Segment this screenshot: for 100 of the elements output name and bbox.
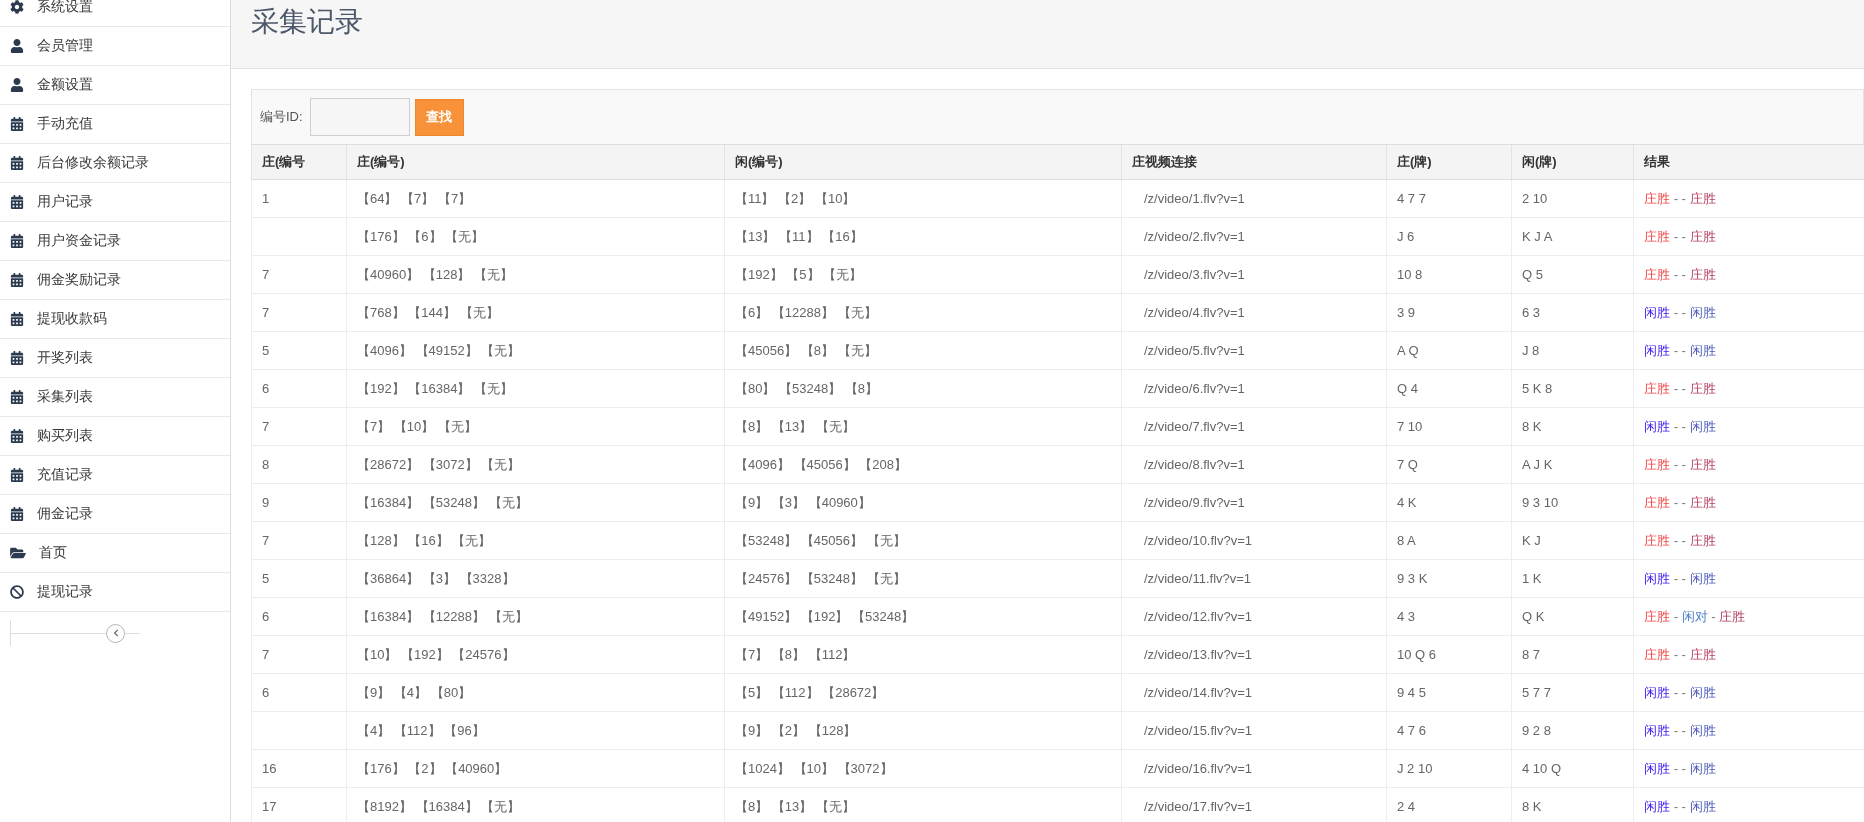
calendar-icon [10, 273, 24, 287]
table-cell: 8 K [1511, 788, 1633, 822]
table-cell: 4 3 [1386, 598, 1511, 635]
ban-icon [10, 585, 24, 599]
table-cell: 【4】 【112】 【96】 [346, 712, 724, 749]
table-cell: 【9】 【3】 【40960】 [724, 484, 1121, 521]
table-cell: /z/video/2.flv?v=1 [1121, 218, 1386, 255]
sidebar-item[interactable]: 开奖列表 [0, 339, 230, 378]
table-cell: 【64】 【7】 【7】 [346, 180, 724, 217]
table-cell: 【192】 【5】 【无】 [724, 256, 1121, 293]
result-cell: 闲胜 - - 闲胜 [1633, 332, 1864, 369]
table-cell: 4 7 7 [1386, 180, 1511, 217]
table-cell: /z/video/12.flv?v=1 [1121, 598, 1386, 635]
table-cell: J 6 [1386, 218, 1511, 255]
table-cell: 7 10 [1386, 408, 1511, 445]
table-cell: 7 [251, 294, 346, 331]
collapse-button[interactable] [106, 623, 125, 643]
sidebar-item[interactable]: 佣金奖励记录 [0, 261, 230, 300]
table-cell: /z/video/10.flv?v=1 [1121, 522, 1386, 559]
column-header: 庄视频连接 [1121, 145, 1386, 179]
sidebar-item[interactable]: 购买列表 [0, 417, 230, 456]
calendar-icon [10, 117, 24, 131]
result-cell: 庄胜 - - 庄胜 [1633, 218, 1864, 255]
column-header: 闲(编号) [724, 145, 1121, 179]
table-cell: 1 K [1511, 560, 1633, 597]
table-cell: 10 Q 6 [1386, 636, 1511, 673]
table-cell: 9 3 K [1386, 560, 1511, 597]
table-cell: 6 3 [1511, 294, 1633, 331]
sidebar-item[interactable]: 首页 [0, 534, 230, 573]
result-cell: 闲胜 - - 闲胜 [1633, 674, 1864, 711]
table-cell: 【4096】 【45056】 【208】 [724, 446, 1121, 483]
table-cell: /z/video/17.flv?v=1 [1121, 788, 1386, 822]
table-cell: 【192】 【16384】 【无】 [346, 370, 724, 407]
result-cell: 庄胜 - - 庄胜 [1633, 180, 1864, 217]
table-cell: 9 4 5 [1386, 674, 1511, 711]
result-cell: 庄胜 - - 庄胜 [1633, 256, 1864, 293]
sidebar-item[interactable]: 充值记录 [0, 456, 230, 495]
table-cell: 6 [251, 674, 346, 711]
sidebar-item[interactable]: 佣金记录 [0, 495, 230, 534]
user-icon [10, 78, 24, 92]
table-cell: 4 10 Q [1511, 750, 1633, 787]
result-cell: 闲胜 - - 闲胜 [1633, 560, 1864, 597]
table-cell: 【80】 【53248】 【8】 [724, 370, 1121, 407]
table-cell: 【8192】 【16384】 【无】 [346, 788, 724, 822]
table-cell: 5 7 7 [1511, 674, 1633, 711]
table-cell: 7 [251, 408, 346, 445]
table-cell: 1 [251, 180, 346, 217]
sidebar-item[interactable]: 手动充值 [0, 105, 230, 144]
table-cell: 8 [251, 446, 346, 483]
table-cell: /z/video/1.flv?v=1 [1121, 180, 1386, 217]
table-cell: 5 [251, 560, 346, 597]
sidebar-item[interactable]: 会员管理 [0, 27, 230, 66]
table-cell: 7 [251, 256, 346, 293]
table-cell: J 8 [1511, 332, 1633, 369]
table-cell: 7 [251, 636, 346, 673]
table-cell: 17 [251, 788, 346, 822]
result-cell: 庄胜 - - 庄胜 [1633, 636, 1864, 673]
column-header: 庄(牌) [1386, 145, 1511, 179]
result-cell: 闲胜 - - 闲胜 [1633, 750, 1864, 787]
id-input-field[interactable] [309, 98, 410, 136]
column-header: 庄(编号) [346, 145, 724, 179]
table-cell: 【28672】 【3072】 【无】 [346, 446, 724, 483]
table-cell: A J K [1511, 446, 1633, 483]
table-cell: 【8】 【13】 【无】 [724, 408, 1121, 445]
table-cell: 【24576】 【53248】 【无】 [724, 560, 1121, 597]
table-cell: 3 9 [1386, 294, 1511, 331]
result-cell: 庄胜 - - 庄胜 [1633, 484, 1864, 521]
sidebar-item[interactable]: 提现记录 [0, 573, 230, 612]
sidebar-item[interactable]: 提现收款码 [0, 300, 230, 339]
sidebar-item[interactable]: 采集列表 [0, 378, 230, 417]
table-cell: A Q [1386, 332, 1511, 369]
column-header: 庄(编号 [251, 145, 346, 179]
search-label: 编号ID: [260, 108, 303, 126]
sidebar-item[interactable]: 后台修改余额记录 [0, 144, 230, 183]
sidebar-item[interactable]: 用户资金记录 [0, 222, 230, 261]
table-cell: 8 7 [1511, 636, 1633, 673]
folder-icon [10, 546, 26, 560]
table-cell: 【7】 【8】 【112】 [724, 636, 1121, 673]
sidebar-item[interactable]: 系统设置 [0, 0, 230, 27]
calendar-icon [10, 312, 24, 326]
sidebar-item[interactable]: 金额设置 [0, 66, 230, 105]
table-cell: /z/video/11.flv?v=1 [1121, 560, 1386, 597]
table-cell: 【128】 【16】 【无】 [346, 522, 724, 559]
table-cell: 【6】 【12288】 【无】 [724, 294, 1121, 331]
table-cell: Q K [1511, 598, 1633, 635]
table-cell: 8 K [1511, 408, 1633, 445]
table-cell: 9 2 8 [1511, 712, 1633, 749]
table-cell: K J [1511, 522, 1633, 559]
result-cell: 闲胜 - - 闲胜 [1633, 788, 1864, 822]
result-cell: 庄胜 - - 庄胜 [1633, 370, 1864, 407]
table-cell: 【9】 【2】 【128】 [724, 712, 1121, 749]
table-cell: 【36864】 【3】 【3328】 [346, 560, 724, 597]
table-cell: 【5】 【112】 【28672】 [724, 674, 1121, 711]
column-header: 结果 [1633, 145, 1864, 179]
table-cell: 2 10 [1511, 180, 1633, 217]
table-cell: Q 4 [1386, 370, 1511, 407]
table-cell: 【176】 【2】 【40960】 [346, 750, 724, 787]
calendar-icon [10, 468, 24, 482]
sidebar-item[interactable]: 用户记录 [0, 183, 230, 222]
table-cell: 【9】 【4】 【80】 [346, 674, 724, 711]
